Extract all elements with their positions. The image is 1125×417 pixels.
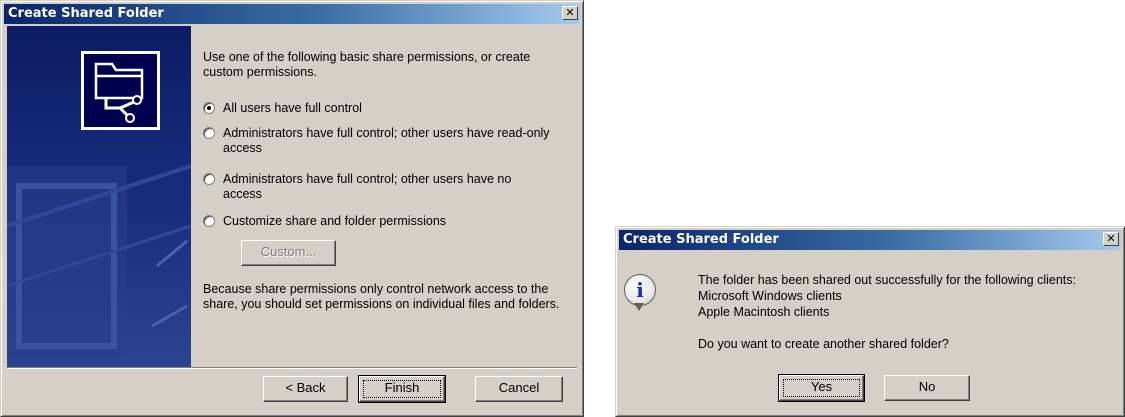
cancel-button[interactable]: Cancel (475, 376, 563, 402)
option-label: All users have full control (223, 101, 362, 115)
back-button-label: < Back (285, 380, 326, 395)
intro-text: Use one of the following basic share per… (203, 50, 531, 79)
client-windows: Microsoft Windows clients (698, 289, 842, 303)
radio-button[interactable] (203, 102, 215, 114)
success-message: The folder has been shared out successfu… (698, 273, 1076, 287)
radio-button[interactable] (203, 173, 215, 185)
option-label: Administrators have full control; other … (223, 172, 512, 201)
close-button[interactable]: ✕ (1103, 232, 1119, 246)
close-icon: ✕ (1106, 232, 1116, 245)
custom-button-label: Custom... (260, 244, 317, 259)
finish-button[interactable]: Finish (358, 375, 446, 403)
shared-folder-icon (81, 51, 160, 130)
yes-button[interactable]: Yes (778, 374, 865, 402)
title-bar[interactable]: Create Shared Folder ✕ (619, 230, 1121, 250)
option-label: Administrators have full control; other … (223, 126, 550, 155)
create-shared-folder-wizard: Create Shared Folder ✕ Use one of the fo… (0, 0, 584, 417)
option-label: Customize share and folder permissions (223, 214, 447, 228)
client-macintosh: Apple Macintosh clients (698, 305, 830, 319)
question-text: Do you want to create another shared fol… (698, 337, 949, 351)
radio-button[interactable] (203, 127, 215, 139)
footer-separator (7, 367, 577, 369)
close-button[interactable]: ✕ (562, 6, 578, 20)
permissions-note: Because share permissions only control n… (203, 282, 560, 311)
info-icon: i (624, 274, 656, 306)
custom-button[interactable]: Custom... (241, 240, 336, 266)
title-bar[interactable]: Create Shared Folder ✕ (4, 4, 580, 24)
window-title: Create Shared Folder (623, 232, 779, 247)
no-button-label: No (918, 379, 936, 394)
cancel-button-label: Cancel (498, 380, 540, 395)
info-icon-tail (634, 303, 644, 311)
wizard-sidebar-graphic (7, 26, 191, 367)
radio-button[interactable] (203, 215, 215, 227)
window-title: Create Shared Folder (8, 6, 164, 21)
focus-rect (363, 380, 441, 398)
back-button[interactable]: < Back (263, 376, 348, 402)
close-icon: ✕ (565, 6, 575, 19)
focus-rect (783, 379, 860, 397)
no-button[interactable]: No (884, 375, 970, 401)
info-icon-glyph: i (636, 278, 644, 302)
create-shared-folder-message: Create Shared Folder ✕ i The folder has … (615, 226, 1125, 417)
